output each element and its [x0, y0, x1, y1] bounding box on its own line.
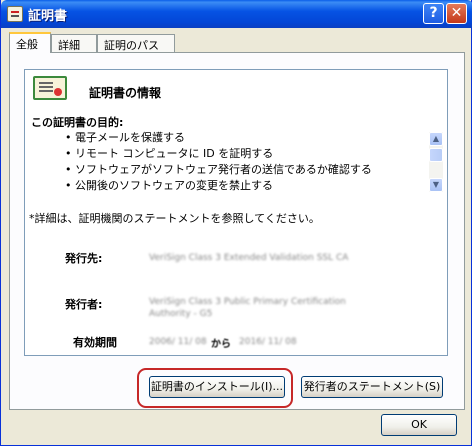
- certificate-dialog: 証明書 ? ✕ 全般 詳細 証明のパス 証明書の情報 この証明書の目的: 電子メ…: [0, 0, 472, 446]
- purpose-scrollbar[interactable]: ▲ ▼: [429, 132, 443, 192]
- purpose-item: ソフトウェアがソフトウェア発行者の送信であるか確認する: [65, 162, 372, 178]
- issued-to-label: 発行先:: [65, 252, 103, 265]
- general-tab-panel: 証明書の情報 この証明書の目的: 電子メールを保護する リモート コンピュータに…: [9, 52, 465, 410]
- certificate-small-icon: [7, 6, 23, 22]
- certificate-info-box: 証明書の情報 この証明書の目的: 電子メールを保護する リモート コンピュータに…: [24, 69, 448, 356]
- valid-to-value: 2016/ 11/ 08: [239, 337, 297, 347]
- window-title: 証明書: [28, 9, 68, 24]
- validity-label: 有効期間: [73, 336, 117, 349]
- purpose-item: 電子メールを保護する: [65, 130, 372, 146]
- info-heading: 証明書の情報: [89, 86, 162, 100]
- divider: [29, 232, 443, 233]
- help-button[interactable]: ?: [423, 3, 444, 24]
- valid-from-value: 2006/ 11/ 08: [149, 337, 207, 347]
- purpose-title: この証明書の目的:: [31, 116, 124, 129]
- issued-by-label: 発行者:: [65, 298, 103, 311]
- purpose-item: 公開後のソフトウェアの変更を禁止する: [65, 178, 372, 194]
- purpose-item: リモート コンピュータに ID を証明する: [65, 146, 372, 162]
- ok-button[interactable]: OK: [381, 414, 457, 436]
- tab-certification-path[interactable]: 証明のパス: [97, 34, 175, 52]
- issuer-statement-button[interactable]: 発行者のステートメント(S): [301, 376, 443, 398]
- install-certificate-button[interactable]: 証明書のインストール(I)...: [149, 376, 285, 398]
- title-bar[interactable]: 証明書 ? ✕: [1, 0, 472, 28]
- issued-by-value: VeriSign Class 3 Public Primary Certific…: [149, 297, 346, 319]
- close-button[interactable]: ✕: [446, 3, 467, 24]
- scroll-thumb[interactable]: [429, 148, 443, 162]
- tab-general[interactable]: 全般: [9, 32, 51, 53]
- tab-details[interactable]: 詳細: [51, 34, 97, 52]
- validity-separator: から: [211, 339, 231, 350]
- scroll-up-icon[interactable]: ▲: [429, 132, 443, 146]
- issued-to-value: VeriSign Class 3 Extended Validation SSL…: [149, 253, 349, 263]
- certificate-icon: [33, 76, 67, 100]
- divider: [29, 108, 443, 109]
- purpose-list: 電子メールを保護する リモート コンピュータに ID を証明する ソフトウェアが…: [65, 130, 372, 194]
- scroll-down-icon[interactable]: ▼: [429, 178, 443, 192]
- details-note: *詳細は、証明機関のステートメントを参照してください。: [29, 212, 320, 225]
